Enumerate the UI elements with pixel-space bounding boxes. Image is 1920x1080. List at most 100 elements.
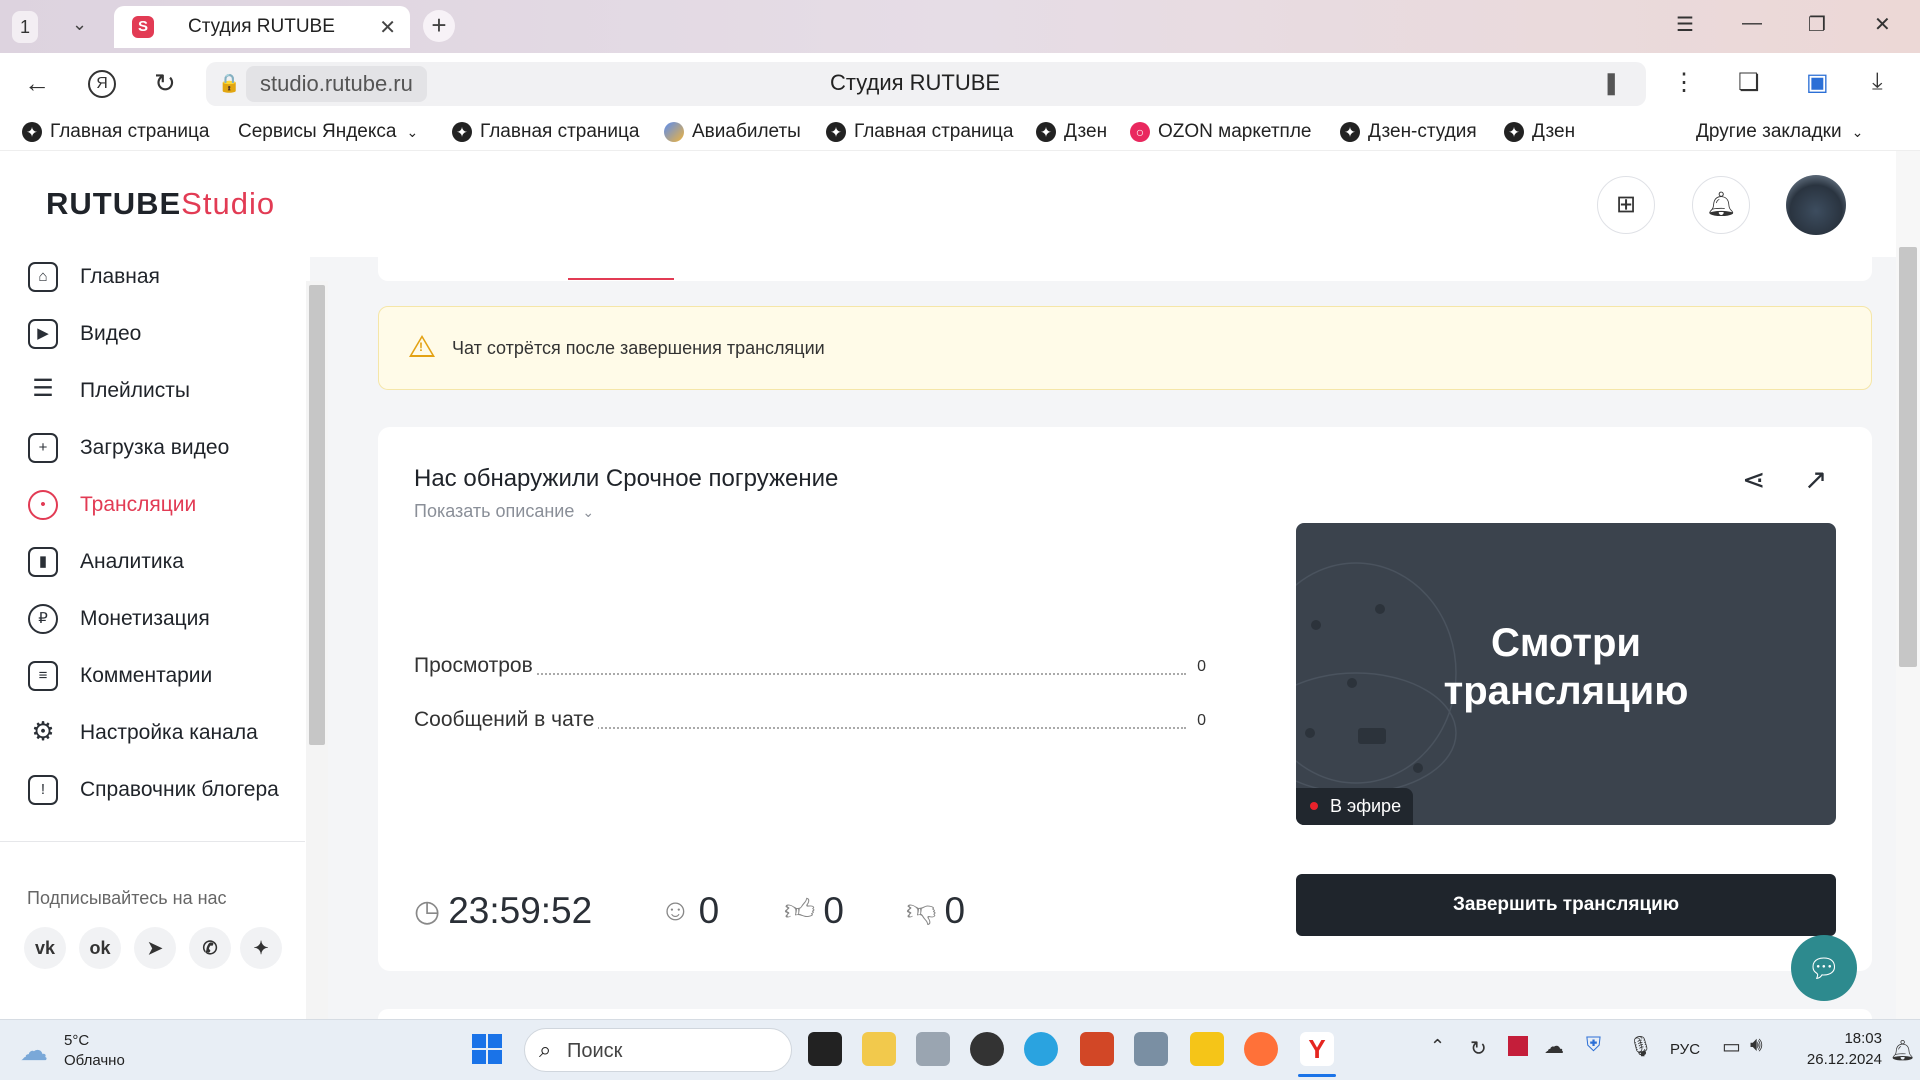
shield-icon[interactable]: ⛨ bbox=[1586, 1034, 1601, 1057]
sidebar-item-analytics[interactable]: ▮ Аналитика bbox=[28, 542, 184, 582]
cloud-offline-icon[interactable]: ☁ bbox=[1544, 1034, 1564, 1059]
bookmark-folder[interactable]: Сервисы Яндекса ⌄ bbox=[238, 118, 418, 146]
language-indicator[interactable]: РУС bbox=[1670, 1041, 1700, 1058]
volume-icon[interactable]: 🔊︎ bbox=[1750, 1034, 1763, 1057]
bookmark-label: Дзен bbox=[1064, 121, 1108, 142]
next-card bbox=[378, 1009, 1872, 1019]
other-bookmarks[interactable]: Другие закладки ⌄ bbox=[1696, 118, 1863, 146]
ok-icon[interactable]: ok bbox=[79, 927, 121, 969]
restore-icon[interactable]: ❐ bbox=[1808, 12, 1826, 37]
extension-icon[interactable]: ▣ bbox=[1806, 68, 1829, 97]
show-description-label: Показать описание bbox=[414, 501, 575, 521]
sidebar-item-upload[interactable]: + Загрузка видео bbox=[28, 428, 229, 468]
firefox-icon[interactable] bbox=[1244, 1032, 1278, 1066]
clock-date[interactable]: 26.12.2024 bbox=[1794, 1051, 1882, 1068]
play-icon: ▶ bbox=[28, 319, 58, 349]
back-icon[interactable]: ← bbox=[24, 68, 50, 99]
url-domain[interactable]: studio.rutube.ru bbox=[246, 66, 427, 102]
likes-value: 0 bbox=[823, 890, 844, 931]
sidebar-item-monetization[interactable]: ₽ Монетизация bbox=[28, 599, 210, 639]
external-link-icon[interactable]: ↗ bbox=[1804, 463, 1827, 496]
settings-app-icon[interactable] bbox=[916, 1032, 950, 1066]
viewers-value: 0 bbox=[698, 890, 720, 931]
chevron-down-icon[interactable]: ⌄ bbox=[72, 14, 87, 35]
bookmark-icon[interactable]: ❚ bbox=[1602, 70, 1620, 96]
close-window-icon[interactable]: ✕ bbox=[1874, 12, 1891, 37]
task-view-icon[interactable] bbox=[808, 1032, 842, 1066]
stream-preview[interactable]: Смотри трансляцию bbox=[1296, 523, 1836, 825]
minimize-icon[interactable]: — bbox=[1742, 12, 1762, 35]
sidebar-item-label: Трансляции bbox=[80, 493, 197, 516]
sidebar-item-channel-settings[interactable]: ⚙ Настройка канала bbox=[28, 713, 258, 753]
sync-icon[interactable]: ↻ bbox=[1470, 1036, 1487, 1061]
yandex-browser-icon[interactable]: Y bbox=[1300, 1032, 1334, 1066]
weather-temp[interactable]: 5°C bbox=[64, 1032, 89, 1049]
active-app-indicator bbox=[1298, 1074, 1336, 1077]
bookmark-item[interactable]: ✦ Дзен bbox=[1036, 118, 1107, 146]
share-icon[interactable]: ⋖ bbox=[1742, 463, 1765, 496]
windows-start-icon[interactable] bbox=[472, 1034, 502, 1064]
rutube-studio-logo[interactable]: RUTUBEStudio bbox=[46, 186, 275, 222]
weather-desc[interactable]: Облачно bbox=[64, 1052, 125, 1069]
tab-title: Студия RUTUBE bbox=[188, 16, 335, 37]
show-description-button[interactable]: Показать описание ⌄ bbox=[414, 501, 594, 522]
yandex-icon[interactable]: Я bbox=[88, 70, 116, 98]
dzen-icon[interactable]: ✦ bbox=[240, 927, 282, 969]
viber-icon[interactable]: ✆ bbox=[189, 927, 231, 969]
app-icon[interactable] bbox=[970, 1032, 1004, 1066]
browser-tab-active[interactable]: S Студия RUTUBE ✕ bbox=[114, 6, 410, 48]
sidebar-item-home[interactable]: ⌂ Главная bbox=[28, 257, 160, 297]
duration-value: 23:59:52 bbox=[448, 890, 593, 931]
create-button[interactable]: ⊞ bbox=[1597, 176, 1655, 234]
bookmark-item[interactable]: ○ OZON маркетпле bbox=[1130, 118, 1311, 146]
chat-icon: 💬︎ bbox=[1807, 953, 1841, 983]
bookmark-item[interactable]: ✦ Главная страница bbox=[452, 118, 640, 146]
other-bookmarks-label: Другие закладки bbox=[1696, 121, 1842, 142]
cloud-icon[interactable]: ☁ bbox=[20, 1034, 48, 1067]
paint-icon[interactable] bbox=[862, 1032, 896, 1066]
sidebar-item-playlists[interactable]: ☰ Плейлисты bbox=[28, 371, 190, 411]
notifications-button[interactable]: 🔔︎ bbox=[1692, 176, 1750, 234]
sidebar-item-comments[interactable]: ≡ Комментарии bbox=[28, 656, 212, 696]
sidebar-item-blogger-guide[interactable]: ! Справочник блогера bbox=[28, 770, 279, 810]
active-tab-indicator bbox=[568, 278, 674, 280]
notification-center-icon[interactable]: 🔔︎ bbox=[1890, 1038, 1915, 1063]
microphone-icon[interactable]: 🎙︎ bbox=[1628, 1034, 1653, 1059]
avatar[interactable] bbox=[1786, 175, 1846, 235]
stat-label: Просмотров bbox=[414, 654, 537, 678]
menu-icon[interactable]: ☰ bbox=[1676, 12, 1694, 37]
collections-icon[interactable]: ❏ bbox=[1738, 68, 1760, 97]
main-scrollbar-thumb[interactable] bbox=[1899, 247, 1917, 667]
bookmark-item[interactable]: ✦ Главная страница bbox=[22, 118, 210, 146]
file-explorer-icon[interactable] bbox=[1190, 1032, 1224, 1066]
more-vertical-icon[interactable]: ⋮ bbox=[1672, 68, 1696, 97]
app-icon[interactable] bbox=[1134, 1032, 1168, 1066]
reload-icon[interactable]: ↻ bbox=[154, 68, 176, 99]
bookmark-item[interactable]: ✦ Дзен-студия bbox=[1340, 118, 1477, 146]
new-tab-button[interactable]: + bbox=[423, 10, 455, 42]
sidebar-item-broadcasts[interactable]: • Трансляции bbox=[28, 485, 196, 525]
sidebar-item-label: Настройка канала bbox=[80, 721, 258, 744]
taskbar-search[interactable]: ⌕ Поиск bbox=[524, 1028, 792, 1072]
vk-icon[interactable]: vk bbox=[24, 927, 66, 969]
tab-counter[interactable]: 1 bbox=[12, 11, 38, 43]
chevron-up-icon[interactable]: ⌃ bbox=[1430, 1036, 1445, 1057]
telegram-icon[interactable] bbox=[1024, 1032, 1058, 1066]
support-chat-button[interactable]: 💬︎ bbox=[1791, 935, 1857, 1001]
bookmark-item[interactable]: Авиабилеты bbox=[664, 118, 801, 146]
sidebar-item-video[interactable]: ▶ Видео bbox=[28, 314, 141, 354]
close-tab-icon[interactable]: ✕ bbox=[379, 15, 396, 40]
end-stream-button[interactable]: Завершить трансляцию bbox=[1296, 874, 1836, 936]
network-icon[interactable]: ▭ bbox=[1722, 1034, 1741, 1059]
clock-time[interactable]: 18:03 bbox=[1810, 1030, 1882, 1047]
bookmark-item[interactable]: ✦ Дзен bbox=[1504, 118, 1575, 146]
tray-app-icon[interactable] bbox=[1508, 1036, 1528, 1056]
dzen-icon: ✦ bbox=[1036, 122, 1056, 142]
powerpoint-icon[interactable] bbox=[1080, 1032, 1114, 1066]
sidebar-item-label: Комментарии bbox=[80, 664, 213, 687]
preview-text-line2: трансляцию bbox=[1443, 669, 1689, 713]
download-icon[interactable]: ⤓ bbox=[1872, 68, 1883, 96]
sidebar-scrollbar-thumb[interactable] bbox=[309, 285, 325, 745]
telegram-icon[interactable]: ➤ bbox=[134, 927, 176, 969]
bookmark-item[interactable]: ✦ Главная страница bbox=[826, 118, 1014, 146]
